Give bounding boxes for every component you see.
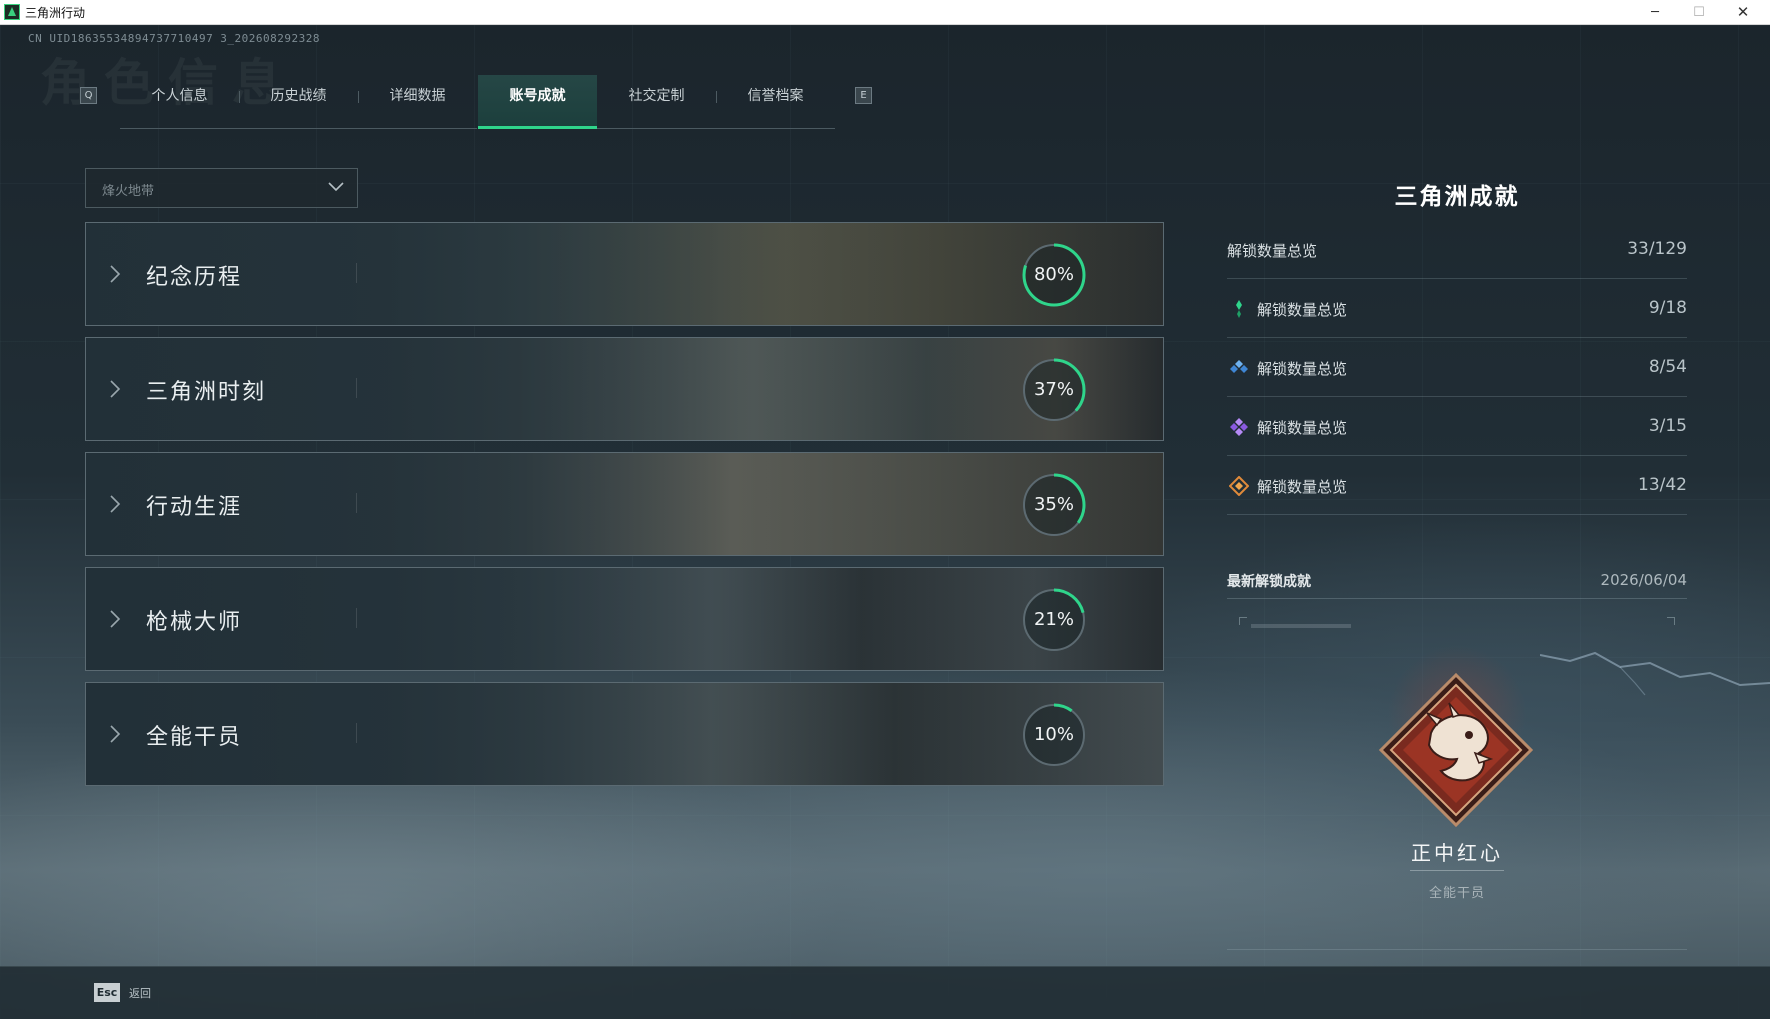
unlock-tier-value: 13/42 xyxy=(1638,475,1687,495)
window-titlebar: 三角洲行动 ─ ☐ ✕ xyxy=(0,0,1770,25)
badge-divider xyxy=(1410,870,1504,871)
gold-diamond-icon xyxy=(1229,476,1249,496)
tab-account-achievements[interactable]: 账号成就 xyxy=(478,75,597,129)
unlock-tier-label: 解锁数量总览 xyxy=(1257,301,1348,319)
category-label: 纪念历程 xyxy=(146,265,243,290)
progress-percent: 21% xyxy=(1033,609,1074,630)
tab-next-key[interactable]: E xyxy=(855,87,872,104)
chevron-right-icon xyxy=(110,380,121,398)
chevron-down-icon xyxy=(328,182,344,192)
unlock-tier-row: 解锁数量总览 9/18 xyxy=(1227,279,1687,338)
mode-filter-dropdown[interactable]: 烽火地带 xyxy=(85,168,358,208)
unlock-tier-value: 9/18 xyxy=(1648,298,1687,318)
tab-personal-info[interactable]: 个人信息 xyxy=(120,75,239,129)
achievement-category-row[interactable]: 纪念历程 80% xyxy=(85,222,1164,326)
progress-percent: 80% xyxy=(1033,264,1074,285)
tab-prev-key[interactable]: Q xyxy=(80,87,97,104)
corner-bracket xyxy=(1667,617,1675,625)
latest-achievement-date: 2026/06/04 xyxy=(1600,571,1687,589)
achievement-category-row[interactable]: 三角洲时刻 37% xyxy=(85,337,1164,441)
tab-detailed-stats[interactable]: 详细数据 xyxy=(358,75,477,129)
category-separator xyxy=(356,378,357,398)
tab-social-custom[interactable]: 社交定制 xyxy=(597,75,716,129)
window-title: 三角洲行动 xyxy=(25,6,86,20)
category-separator xyxy=(356,723,357,743)
category-shade xyxy=(86,683,1163,785)
game-viewport: 角色信息 CN UID18635534894737710497 3_202608… xyxy=(0,25,1770,1019)
unlock-tier-value: 8/54 xyxy=(1648,357,1687,377)
category-label: 枪械大师 xyxy=(146,610,243,635)
chevron-right-icon xyxy=(110,265,121,283)
esc-key-label[interactable]: 返回 xyxy=(129,985,151,1001)
tab-reputation[interactable]: 信誉档案 xyxy=(716,75,835,129)
mode-filter-value: 烽火地带 xyxy=(102,184,155,199)
unlock-tier-value: 3/15 xyxy=(1648,416,1687,436)
close-button[interactable]: ✕ xyxy=(1721,0,1765,25)
category-shade xyxy=(86,223,1163,325)
category-separator xyxy=(356,608,357,628)
tab-match-history[interactable]: 历史战绩 xyxy=(239,75,358,129)
achievement-category-row[interactable]: 枪械大师 21% xyxy=(85,567,1164,671)
unlock-tier-label: 解锁数量总览 xyxy=(1257,478,1348,496)
unlock-tier-row: 解锁数量总览 3/15 xyxy=(1227,397,1687,456)
unlock-total-value: 33/129 xyxy=(1627,239,1687,259)
unlock-tier-label: 解锁数量总览 xyxy=(1257,419,1348,437)
progress-percent: 35% xyxy=(1033,494,1074,515)
player-uid: CN UID18635534894737710497 3_20260829232… xyxy=(28,32,321,45)
progress-percent: 37% xyxy=(1033,379,1074,400)
latest-achievement-header: 最新解锁成就 2026/06/04 xyxy=(1227,563,1687,599)
category-label: 全能干员 xyxy=(146,725,243,750)
unlock-total-label: 解锁数量总览 xyxy=(1227,242,1318,260)
achievement-panel-title: 三角洲成就 xyxy=(1394,184,1520,210)
achievement-category-row[interactable]: 行动生涯 35% xyxy=(85,452,1164,556)
corner-bracket xyxy=(1239,617,1247,625)
progress-percent: 10% xyxy=(1033,724,1074,745)
unlock-total-row: 解锁数量总览 33/129 xyxy=(1227,220,1687,279)
category-label: 行动生涯 xyxy=(146,495,243,520)
unlock-tier-row: 解锁数量总览 8/54 xyxy=(1227,338,1687,397)
latest-achievement-category: 全能干员 xyxy=(1428,886,1485,901)
category-label: 三角洲时刻 xyxy=(146,380,267,405)
profile-tabs: Q 个人信息 历史战绩 详细数据 账号成就 社交定制 信誉档案 E xyxy=(80,75,880,129)
esc-key-hint[interactable]: Esc xyxy=(94,983,120,1002)
category-separator xyxy=(356,493,357,513)
lightning-decoration xyxy=(1540,651,1770,696)
app-icon xyxy=(4,4,20,20)
decorative-bar xyxy=(1251,624,1351,628)
chevron-right-icon xyxy=(110,495,121,513)
chevron-right-icon xyxy=(110,725,121,743)
chevron-right-icon xyxy=(110,610,121,628)
minimize-button[interactable]: ─ xyxy=(1633,0,1677,25)
latest-achievement-label: 最新解锁成就 xyxy=(1227,574,1311,590)
bottom-hint-bar: Esc 返回 xyxy=(0,966,1770,1019)
achievement-category-row[interactable]: 全能干员 10% xyxy=(85,682,1164,786)
maximize-button[interactable]: ☐ xyxy=(1677,0,1721,25)
category-separator xyxy=(356,263,357,283)
purple-diamond-icon xyxy=(1230,418,1248,436)
latest-achievement-name: 正中红心 xyxy=(1411,841,1503,865)
blue-diamond-icon xyxy=(1230,360,1248,373)
unlock-tier-label: 解锁数量总览 xyxy=(1257,360,1348,378)
green-diamond-icon xyxy=(1236,300,1242,318)
unlock-tier-row: 解锁数量总览 13/42 xyxy=(1227,456,1687,515)
category-shade xyxy=(86,453,1163,555)
category-shade xyxy=(86,568,1163,670)
dragon-badge-icon xyxy=(1379,673,1533,827)
